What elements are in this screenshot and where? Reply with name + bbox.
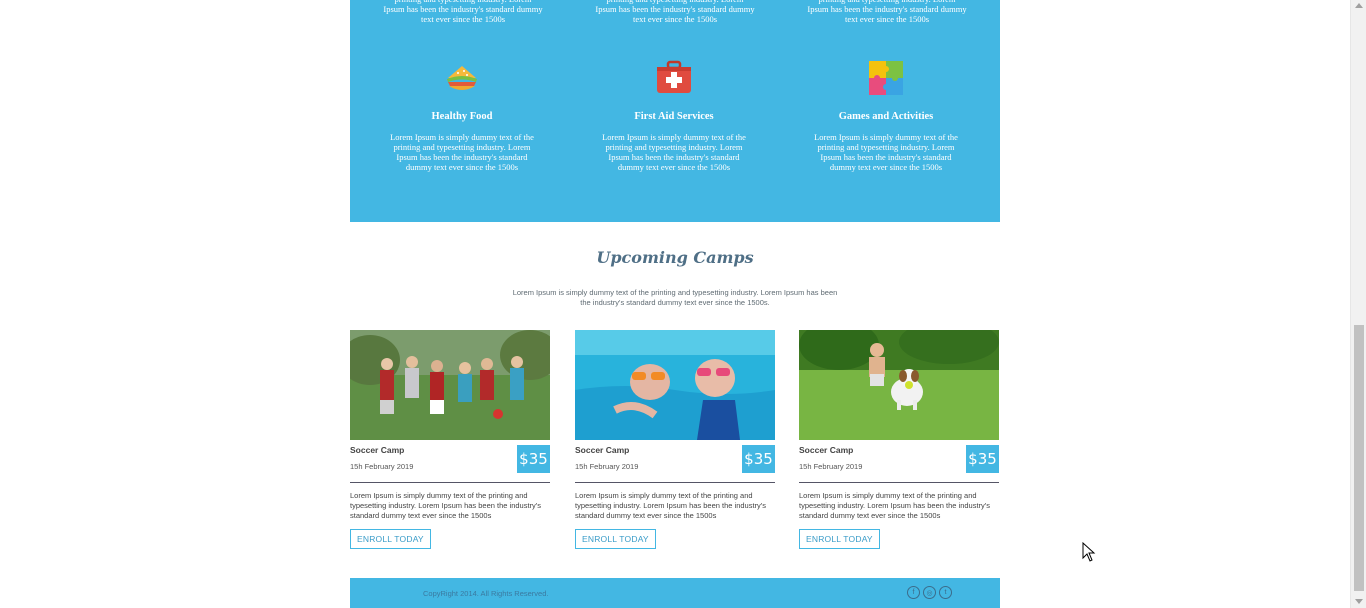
feature-title: Healthy Food <box>431 111 493 122</box>
feature-title: Games and Activities <box>838 111 934 122</box>
kids-soccer-photo <box>350 330 550 440</box>
feature-title: First Aid Services <box>634 111 714 122</box>
camp-name: Soccer Camp <box>350 445 405 455</box>
feature-games: Games and Activities Lorem Ipsum is simp… <box>801 58 971 172</box>
camp-meta: Soccer Camp 15h February 2019 $35 <box>350 445 550 483</box>
section-description: Lorem Ipsum is simply dummy text of the … <box>512 288 838 307</box>
camp-description: Lorem Ipsum is simply dummy text of the … <box>350 491 541 520</box>
scroll-down-arrow-icon[interactable] <box>1355 599 1363 604</box>
camp-date: 15h February 2019 <box>350 462 414 471</box>
vertical-scrollbar[interactable] <box>1350 0 1366 608</box>
camp-description: Lorem Ipsum is simply dummy text of the … <box>799 491 990 520</box>
camp-price-badge: $35 <box>742 445 775 473</box>
feature-text-partial: printing and typesetting industry. Lorem… <box>383 0 543 24</box>
camp-meta: Soccer Camp 15h February 2019 $35 <box>575 445 775 483</box>
feature-text-partial: printing and typesetting industry. Lorem… <box>807 0 967 24</box>
section-title: Upcoming Camps <box>596 248 754 267</box>
copyright-text: CopyRight 2014. All Rights Reserved. <box>423 589 549 598</box>
camp-name: Soccer Camp <box>575 445 630 455</box>
camp-card: Soccer Camp 15h February 2019 $35 Lorem … <box>799 330 999 549</box>
feature-text-partial: printing and typesetting industry. Lorem… <box>595 0 755 24</box>
camp-card: Soccer Camp 15h February 2019 $35 Lorem … <box>575 330 775 549</box>
puzzle-icon <box>869 61 903 95</box>
feature-text: Lorem Ipsum is simply dummy text of the … <box>814 132 958 172</box>
page: printing and typesetting industry. Lorem… <box>0 0 1350 608</box>
instagram-icon[interactable]: ◎ <box>923 586 936 599</box>
feature-text: Lorem Ipsum is simply dummy text of the … <box>390 132 534 172</box>
kids-swimming-photo <box>575 330 775 440</box>
feature-first-aid: First Aid Services Lorem Ipsum is simply… <box>589 58 759 172</box>
enroll-today-button[interactable]: ENROLL TODAY <box>575 529 656 549</box>
boy-with-dog-photo <box>799 330 999 440</box>
facebook-icon[interactable]: f <box>907 586 920 599</box>
scrollbar-thumb[interactable] <box>1354 325 1364 591</box>
camp-card: Soccer Camp 15h February 2019 $35 Lorem … <box>350 330 550 549</box>
camp-name: Soccer Camp <box>799 445 854 455</box>
camp-date: 15h February 2019 <box>575 462 639 471</box>
feature-healthy-food: Healthy Food Lorem Ipsum is simply dummy… <box>377 58 547 172</box>
camp-date: 15h February 2019 <box>799 462 863 471</box>
feature-text: Lorem Ipsum is simply dummy text of the … <box>602 132 746 172</box>
social-links: f ◎ t <box>907 586 952 599</box>
scroll-up-arrow-icon[interactable] <box>1355 3 1363 8</box>
camp-price-badge: $35 <box>966 445 999 473</box>
mouse-cursor-icon <box>1082 542 1096 562</box>
footer: CopyRight 2014. All Rights Reserved. f ◎… <box>350 578 1000 608</box>
twitter-icon[interactable]: t <box>939 586 952 599</box>
camp-description: Lorem Ipsum is simply dummy text of the … <box>575 491 766 520</box>
enroll-today-button[interactable]: ENROLL TODAY <box>799 529 880 549</box>
enroll-today-button[interactable]: ENROLL TODAY <box>350 529 431 549</box>
features-section: printing and typesetting industry. Lorem… <box>350 0 1000 222</box>
camp-meta: Soccer Camp 15h February 2019 $35 <box>799 445 999 483</box>
first-aid-kit-icon <box>657 60 691 93</box>
camp-price-badge: $35 <box>517 445 550 473</box>
sandwich-icon <box>447 66 477 90</box>
